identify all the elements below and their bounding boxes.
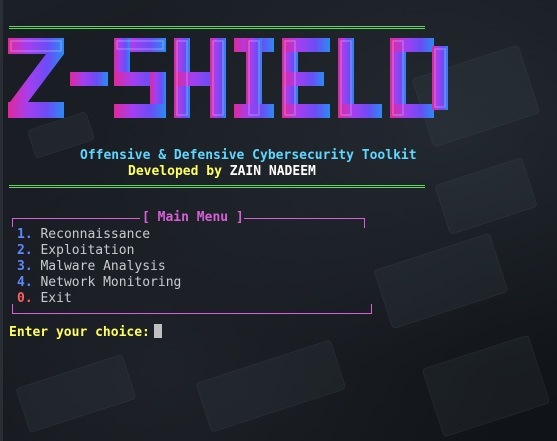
menu-item-number: 2. [17, 243, 33, 258]
developer-name: ZAIN NADEEM [229, 164, 316, 179]
menu-list: 1. Reconnaissance 2. Exploitation 3. Mal… [17, 227, 181, 307]
menu-item-label: Exit [40, 291, 72, 306]
developer-credit: Developed by ZAIN NADEEM [128, 164, 316, 179]
logo-letter-z [8, 38, 64, 118]
main-menu-panel: [ Main Menu ] 1. Reconnaissance 2. Explo… [12, 210, 372, 314]
background-key [195, 339, 347, 433]
terminal-window: Offensive & Defensive Cybersecurity Tool… [0, 0, 557, 441]
menu-border [12, 218, 19, 227]
main-menu-title: [ Main Menu ] [142, 210, 244, 225]
toolkit-subtitle: Offensive & Defensive Cybersecurity Tool… [80, 148, 417, 163]
menu-item-number: 4. [17, 275, 33, 290]
top-divider [9, 26, 425, 29]
menu-border [244, 218, 364, 219]
logo-letter-h [174, 38, 226, 118]
text-cursor[interactable] [153, 324, 162, 338]
logo-letter-i [234, 38, 274, 118]
menu-item-label: Exploitation [40, 243, 135, 258]
menu-border [371, 304, 372, 314]
logo-letter-d [390, 38, 448, 118]
menu-item-network-monitoring[interactable]: 4. Network Monitoring [17, 275, 181, 291]
menu-item-label: Reconnaissance [40, 227, 151, 242]
menu-item-number: 3. [17, 259, 33, 274]
window-edge [0, 0, 3, 441]
menu-border [12, 313, 372, 314]
menu-border [364, 218, 365, 228]
menu-item-number: 1. [17, 227, 33, 242]
logo-dash [70, 72, 108, 86]
logo-letter-l [338, 38, 382, 118]
menu-item-exit[interactable]: 0. Exit [17, 291, 181, 307]
menu-item-malware-analysis[interactable]: 3. Malware Analysis [17, 259, 181, 275]
logo-letter-s [114, 38, 166, 118]
menu-item-label: Malware Analysis [40, 259, 166, 274]
choice-prompt[interactable]: Enter your choice: [9, 324, 162, 340]
logo-letter-e [282, 38, 330, 118]
background-key [373, 232, 509, 330]
developer-prefix: Developed by [128, 164, 230, 179]
prompt-label: Enter your choice: [9, 325, 150, 340]
background-key [434, 157, 538, 235]
menu-item-label: Network Monitoring [40, 275, 182, 290]
menu-item-exploitation[interactable]: 2. Exploitation [17, 243, 181, 259]
background-key [15, 353, 137, 434]
menu-item-reconnaissance[interactable]: 1. Reconnaissance [17, 227, 181, 243]
background-key [421, 334, 551, 438]
bottom-divider [9, 185, 425, 188]
menu-item-number: 0. [17, 291, 33, 306]
z-shield-logo [8, 38, 448, 118]
menu-border [18, 218, 140, 219]
